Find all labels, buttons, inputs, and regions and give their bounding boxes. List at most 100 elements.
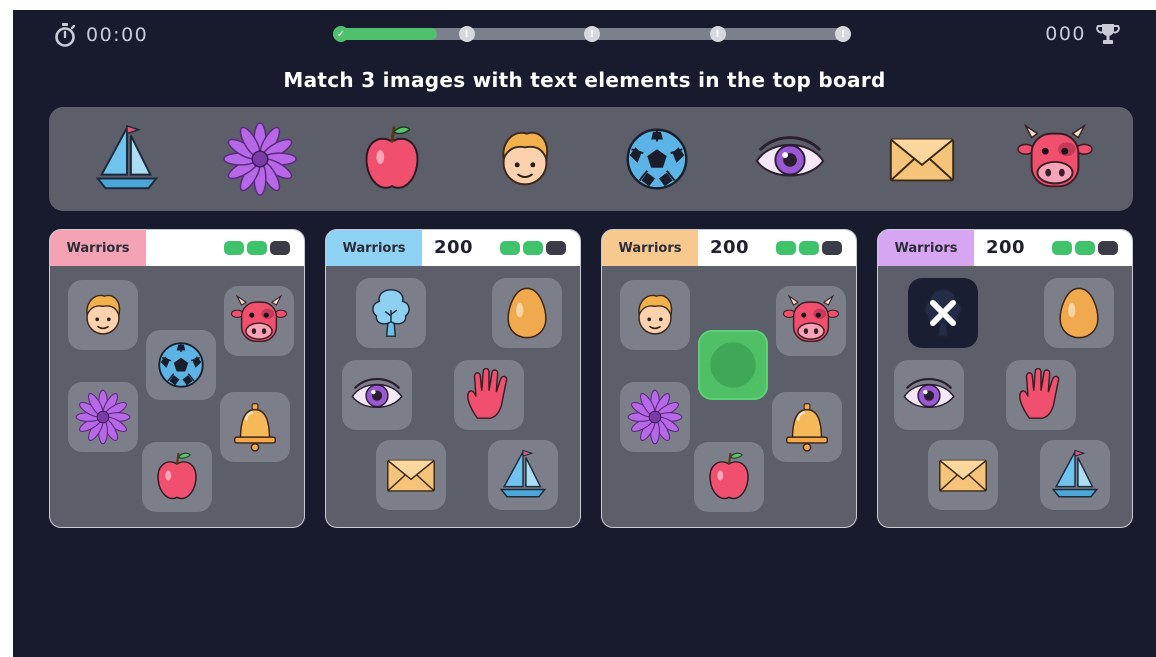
hand-tile[interactable] bbox=[454, 360, 524, 430]
team-lives bbox=[1052, 241, 1118, 255]
cow-tile[interactable] bbox=[776, 286, 846, 356]
team-score: 200 bbox=[434, 237, 474, 258]
envelope-icon bbox=[939, 459, 987, 492]
life-indicator bbox=[1098, 241, 1118, 255]
cow-tile[interactable] bbox=[224, 286, 294, 356]
team-lives bbox=[776, 241, 842, 255]
bell-tile[interactable] bbox=[772, 392, 842, 462]
apple-tile[interactable] bbox=[694, 442, 764, 512]
sailboat-icon bbox=[88, 120, 166, 198]
team-name: Warriors bbox=[602, 230, 698, 266]
eye-tile[interactable] bbox=[342, 360, 412, 430]
cow-icon bbox=[1016, 120, 1094, 198]
top-board bbox=[49, 107, 1133, 211]
sailboat-tile[interactable] bbox=[1040, 440, 1110, 510]
flower-icon bbox=[221, 120, 299, 198]
team-panel: Warriors bbox=[49, 229, 305, 528]
team-name: Warriors bbox=[326, 230, 422, 266]
boy-icon bbox=[486, 120, 564, 198]
soccer-ball-icon bbox=[618, 120, 696, 198]
soccer-ball-icon bbox=[158, 342, 204, 388]
boy-tile[interactable] bbox=[620, 280, 690, 350]
progress-checkpoint: ! bbox=[709, 26, 726, 42]
envelope-tile[interactable] bbox=[376, 440, 446, 510]
team-score: 200 bbox=[710, 237, 750, 258]
envelope-icon bbox=[387, 459, 435, 492]
egg-icon bbox=[507, 287, 547, 339]
tree-tile[interactable] bbox=[908, 278, 978, 348]
trophy-icon bbox=[1096, 24, 1120, 44]
envelope-icon bbox=[883, 120, 961, 198]
flower-icon bbox=[75, 389, 131, 445]
life-indicator bbox=[270, 241, 290, 255]
hand-tile[interactable] bbox=[1006, 360, 1076, 430]
cow-icon bbox=[782, 294, 840, 343]
progress-checkpoint: ! bbox=[584, 26, 600, 42]
game-stage: 00:00 ✓!!!! 000 Match 3 images with text… bbox=[13, 10, 1156, 657]
team-score: 200 bbox=[986, 237, 1026, 258]
apple-icon bbox=[157, 452, 197, 500]
boy-icon bbox=[638, 294, 673, 335]
hand-icon bbox=[1019, 367, 1060, 419]
bell-tile[interactable] bbox=[220, 392, 290, 462]
total-score: 000 bbox=[1045, 23, 1120, 45]
life-indicator bbox=[247, 241, 267, 255]
boy-icon bbox=[86, 294, 121, 335]
progress-checkpoint: ! bbox=[458, 26, 475, 42]
team-lives bbox=[224, 241, 290, 255]
team-lives bbox=[500, 241, 566, 255]
team-panel: Warriors 200 bbox=[877, 229, 1133, 528]
apple-icon bbox=[709, 452, 749, 500]
life-indicator bbox=[523, 241, 543, 255]
life-indicator bbox=[1075, 241, 1095, 255]
tree-tile[interactable] bbox=[356, 278, 426, 348]
life-indicator bbox=[1052, 241, 1072, 255]
flower-tile[interactable] bbox=[620, 382, 690, 452]
flower-tile[interactable] bbox=[68, 382, 138, 452]
team-name: Warriors bbox=[878, 230, 974, 266]
egg-icon bbox=[1059, 287, 1099, 339]
life-indicator bbox=[776, 241, 796, 255]
team-panel-header: Warriors 200 bbox=[878, 230, 1132, 266]
bell-icon bbox=[785, 403, 829, 452]
instruction-text: Match 3 images with text elements in the… bbox=[283, 68, 886, 92]
eye-icon bbox=[751, 120, 829, 198]
cow-icon bbox=[230, 294, 288, 343]
progress-bar: ✓!!!! bbox=[333, 26, 851, 42]
apple-tile[interactable] bbox=[142, 442, 212, 512]
flower-icon bbox=[627, 389, 683, 445]
timer-value: 00:00 bbox=[86, 24, 149, 46]
life-indicator bbox=[822, 241, 842, 255]
eye-tile[interactable] bbox=[894, 360, 964, 430]
total-score-value: 000 bbox=[1045, 23, 1086, 45]
soccer-ball-icon bbox=[710, 342, 756, 388]
life-indicator bbox=[224, 241, 244, 255]
sailboat-icon bbox=[1051, 449, 1099, 498]
egg-tile[interactable] bbox=[492, 278, 562, 348]
hand-icon bbox=[467, 367, 508, 419]
soccer-ball-tile[interactable] bbox=[146, 330, 216, 400]
team-panel: Warriors 200 bbox=[601, 229, 857, 528]
soccer-ball-tile[interactable] bbox=[698, 330, 768, 400]
close-icon bbox=[924, 289, 962, 337]
egg-tile[interactable] bbox=[1044, 278, 1114, 348]
life-indicator bbox=[500, 241, 520, 255]
boy-tile[interactable] bbox=[68, 280, 138, 350]
bell-icon bbox=[233, 403, 277, 452]
eye-icon bbox=[351, 377, 403, 408]
life-indicator bbox=[546, 241, 566, 255]
eye-icon bbox=[903, 377, 955, 408]
progress-checkpoint: ! bbox=[835, 26, 851, 42]
team-name: Warriors bbox=[50, 230, 146, 266]
team-panel: Warriors 200 bbox=[325, 229, 581, 528]
team-panel-header: Warriors 200 bbox=[326, 230, 580, 266]
sailboat-tile[interactable] bbox=[488, 440, 558, 510]
stopwatch-icon bbox=[55, 23, 76, 47]
tree-icon bbox=[372, 289, 410, 337]
envelope-tile[interactable] bbox=[928, 440, 998, 510]
team-panel-header: Warriors 200 bbox=[602, 230, 856, 266]
progress-checkpoint: ✓ bbox=[333, 26, 349, 42]
team-panel-header: Warriors bbox=[50, 230, 304, 266]
timer: 00:00 bbox=[54, 23, 148, 47]
sailboat-icon bbox=[499, 449, 547, 498]
